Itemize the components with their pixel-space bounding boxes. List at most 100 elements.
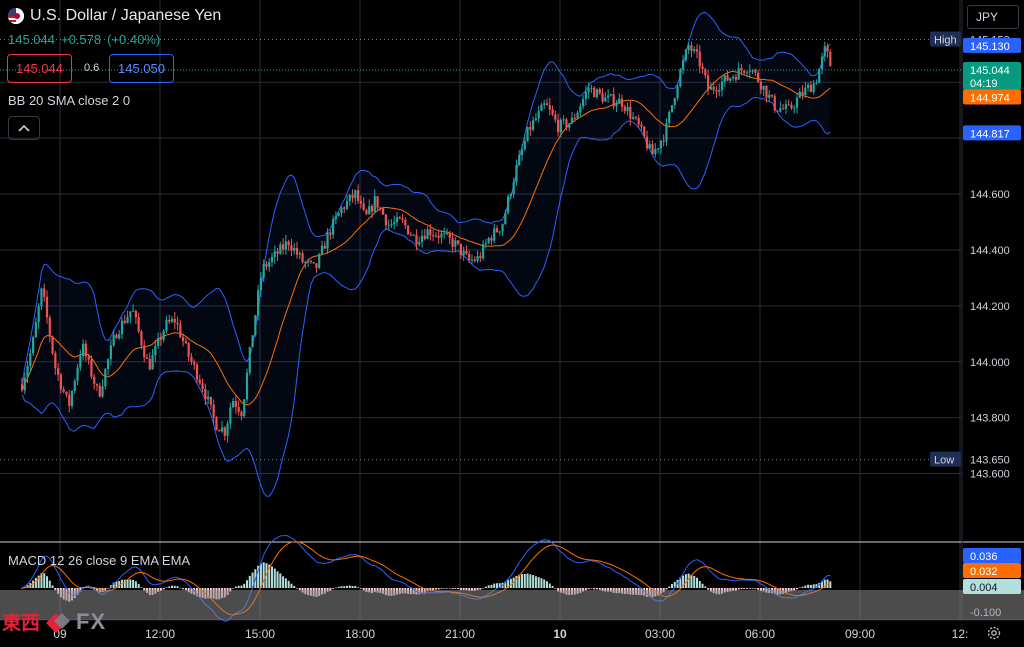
candle-body	[237, 406, 240, 412]
macd-hist-bar	[465, 588, 468, 591]
macd-hist-bar	[804, 585, 807, 588]
candle-body	[259, 277, 262, 291]
candle-body	[448, 233, 451, 239]
macd-hist-bar	[451, 588, 454, 590]
candle-body	[648, 144, 651, 149]
price-tick-label: 144.600	[970, 189, 1010, 201]
candle-body	[690, 45, 693, 51]
candle-body	[370, 205, 374, 212]
candle-body	[473, 259, 476, 261]
candle-body	[226, 423, 229, 436]
candle-body	[201, 383, 204, 390]
candle-body	[215, 417, 218, 431]
macd-hist-bar	[484, 586, 487, 588]
symbol-title[interactable]: U.S. Dollar / Japanese Yen	[30, 7, 221, 25]
candle	[318, 252, 321, 270]
macd-hist-bar	[337, 586, 340, 588]
macd-hist-bar	[479, 588, 482, 590]
currency-selector[interactable]: JPY	[967, 5, 1019, 29]
bb-basis-tag: 144.974	[963, 89, 1021, 105]
candle-body	[559, 120, 562, 133]
macd-hist-bar	[487, 585, 490, 588]
candle-body	[751, 70, 754, 72]
macd-hist-bar	[490, 584, 493, 588]
candle	[243, 398, 246, 418]
candle-body	[593, 87, 596, 98]
macd-hist-bar	[346, 585, 348, 588]
macd-hist-bar	[432, 588, 435, 591]
macd-hist-bar	[596, 588, 598, 590]
gear-icon[interactable]	[984, 623, 1004, 643]
candle-body	[412, 234, 415, 236]
candle-body	[68, 394, 71, 406]
candle-body	[48, 317, 51, 337]
macd-hist-bar	[290, 583, 293, 588]
macd-hist-bar	[598, 588, 601, 590]
candle-body	[345, 201, 349, 209]
candle-body	[276, 251, 279, 254]
time-tick-label: 18:00	[345, 627, 375, 641]
candle-body	[109, 345, 112, 360]
candle-body	[107, 359, 110, 370]
low-tag-text: Low	[934, 455, 954, 467]
bb-lower-tag: 144.817	[963, 125, 1021, 141]
price-chart[interactable]: 144.600 144.400 144.200 144.000 143.800 143.6…	[0, 0, 1024, 647]
macd-hist-bar	[584, 588, 587, 591]
candle-body	[173, 318, 176, 323]
candle-body	[601, 93, 604, 102]
candle-body	[204, 389, 207, 400]
macd-hist-bar	[493, 583, 496, 588]
macd-hist-bar	[279, 573, 282, 588]
candle	[215, 416, 218, 431]
candle-body	[243, 399, 246, 417]
buy-price-button[interactable]: 145.050	[109, 54, 174, 83]
collapse-legend-button[interactable]	[8, 116, 40, 140]
candle-body	[493, 228, 496, 241]
candle-body	[515, 165, 518, 183]
candle-body	[76, 367, 79, 382]
candle-body	[707, 75, 710, 90]
candle-body	[318, 253, 321, 268]
candle-body	[365, 209, 368, 215]
candle-body	[326, 232, 329, 249]
candle-body	[768, 94, 771, 98]
candle-body	[743, 70, 746, 73]
bollinger-bands-legend[interactable]: BB 20 SMA close 2 0	[8, 93, 130, 108]
signal-value-tag-text: 0.032	[970, 566, 998, 578]
macd-legend[interactable]: MACD 12 26 close 9 EMA EMA	[8, 553, 190, 568]
candle-body	[823, 46, 826, 57]
macd-hist-bar	[590, 588, 593, 589]
macd-hist-bar	[273, 568, 276, 588]
candle-body	[379, 207, 382, 209]
candle-body	[232, 400, 235, 408]
candle-body	[270, 256, 274, 263]
candle-body	[798, 91, 801, 98]
candle-body	[676, 86, 679, 99]
candle-body	[143, 345, 146, 358]
candle-body	[720, 81, 724, 91]
candle-body	[520, 149, 524, 155]
candle-body	[609, 94, 612, 96]
bb-upper-tag-text: 145.130	[970, 41, 1010, 53]
candle-body	[129, 311, 132, 317]
candle-body	[490, 237, 493, 241]
macd-hist-bar	[237, 585, 240, 588]
candle-body	[440, 233, 443, 238]
candle-body	[679, 69, 682, 87]
candle-body	[187, 342, 190, 357]
candle-body	[418, 242, 421, 245]
candle-body	[790, 104, 793, 109]
macd-hist-bar	[537, 577, 540, 588]
sell-price-button[interactable]: 145.044	[7, 54, 72, 83]
bb-lower-tag-text: 144.817	[970, 128, 1010, 140]
candle-body	[32, 337, 35, 354]
candle-body	[651, 144, 654, 155]
macd-hist-bar	[48, 580, 51, 588]
candle-body	[329, 232, 332, 235]
candle-body	[382, 208, 385, 215]
candle-body	[807, 84, 810, 88]
macd-hist-bar	[798, 587, 801, 589]
candle-body	[779, 108, 782, 112]
chart-canvas[interactable]: 144.600 144.400 144.200 144.000 143.800 143.6…	[0, 0, 1024, 647]
candle-body	[620, 98, 624, 107]
